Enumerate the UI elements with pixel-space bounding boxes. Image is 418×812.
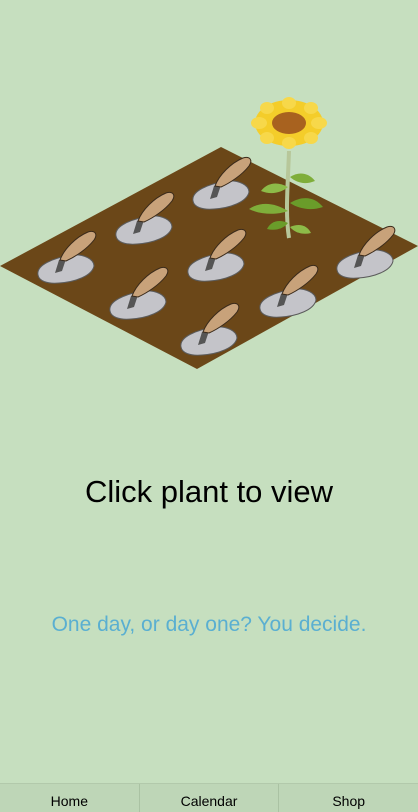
garden-plot: [0, 95, 418, 369]
garden-screen: Click plant to view One day, or day one?…: [0, 0, 418, 812]
tab-home[interactable]: Home: [0, 784, 139, 812]
tagline: One day, or day one? You decide.: [51, 613, 367, 636]
tab-bar: Home Calendar Shop: [0, 783, 418, 812]
tab-calendar[interactable]: Calendar: [138, 784, 279, 812]
click-plant-prompt: Click plant to view: [84, 474, 334, 509]
tab-shop[interactable]: Shop: [278, 784, 418, 812]
